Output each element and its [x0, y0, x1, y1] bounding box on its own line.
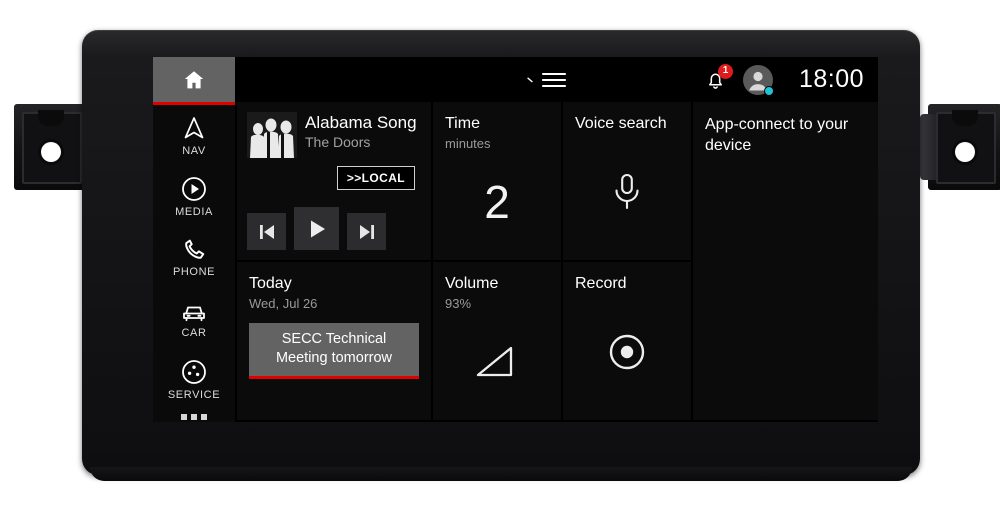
- skip-previous-icon: [259, 224, 274, 239]
- tile-today-calendar[interactable]: Today Wed, Jul 26 SECC Technical Meeting…: [237, 262, 431, 420]
- record-circle-icon: [609, 334, 645, 370]
- status-bar-clock: 18:00: [798, 65, 864, 93]
- car-icon: [180, 299, 208, 323]
- track-artist: The Doors: [305, 134, 371, 150]
- media-transport-controls: [247, 207, 421, 252]
- sidebar-item-service[interactable]: SERVICE: [153, 349, 235, 410]
- user-avatar-button[interactable]: [743, 64, 774, 96]
- status-bar-right: 1 18:00: [705, 63, 864, 96]
- avatar-status-dot: [764, 85, 774, 96]
- next-track-button[interactable]: [347, 213, 386, 250]
- play-button[interactable]: [294, 207, 339, 250]
- skip-next-icon: [359, 224, 374, 239]
- bracket-bolt-hole-right: [955, 142, 975, 162]
- album-art-thumbnail: [247, 112, 297, 158]
- dot: [191, 414, 197, 420]
- tile-app-connect[interactable]: App-connect to your device: [693, 102, 878, 420]
- volume-value: 93%: [445, 296, 472, 311]
- tile-subtitle: minutes: [445, 136, 491, 151]
- sidebar-item-car[interactable]: CAR: [153, 288, 235, 349]
- content-pane: 1 18:00 Alabama Song The Doors >>LOCAL T…: [235, 57, 878, 422]
- service-gear-icon: [181, 359, 207, 385]
- sidebar-item-label: SERVICE: [167, 388, 221, 401]
- tile-title: Record: [575, 275, 627, 292]
- volume-wedge-icon: [476, 346, 513, 376]
- tile-media-player[interactable]: Alabama Song The Doors >>LOCAL: [237, 102, 431, 260]
- home-tile-grid: Alabama Song The Doors >>LOCAL Time minu…: [235, 102, 878, 422]
- tile-title: Today: [249, 275, 292, 292]
- tile-record[interactable]: Record: [563, 262, 691, 420]
- tile-voice-search[interactable]: Voice search: [563, 102, 691, 260]
- sidebar-item-label: MEDIA: [175, 205, 213, 218]
- sidebar-item-label: NAV: [182, 144, 206, 157]
- sidebar-item-nav[interactable]: NAV: [153, 105, 235, 166]
- app-connect-text: App-connect to your device: [705, 116, 849, 154]
- phone-handset-icon: [182, 237, 207, 262]
- dot: [201, 414, 207, 420]
- tile-title: Volume: [445, 275, 499, 292]
- bracket-tab-left: [38, 110, 64, 126]
- sidebar-item-media[interactable]: MEDIA: [153, 166, 235, 227]
- sidebar-nav: NAV MEDIA PHONE CAR SERVICE: [153, 57, 235, 422]
- tile-title: Voice search: [575, 115, 667, 132]
- tile-volume[interactable]: Volume 93%: [433, 262, 561, 420]
- tile-title: Time: [445, 115, 480, 132]
- track-title: Alabama Song: [305, 113, 417, 132]
- more-dots-icon[interactable]: [153, 414, 235, 420]
- notification-bell-button[interactable]: 1: [705, 63, 733, 91]
- sidebar-item-home[interactable]: [153, 57, 235, 105]
- notification-count-badge: 1: [718, 63, 733, 79]
- today-date: Wed, Jul 26: [249, 296, 318, 311]
- screen-bezel: NAV MEDIA PHONE CAR SERVICE 1 18:00 Alab…: [82, 30, 920, 481]
- tile-time[interactable]: Time minutes 2: [433, 102, 561, 260]
- mounting-bracket-right: [920, 104, 1000, 190]
- media-metadata: Alabama Song The Doors: [305, 112, 417, 151]
- play-circle-icon: [181, 176, 207, 202]
- media-source-button[interactable]: >>LOCAL: [336, 166, 415, 190]
- tile-body: [575, 134, 679, 250]
- previous-track-button[interactable]: [247, 213, 286, 250]
- infotainment-screen: NAV MEDIA PHONE CAR SERVICE 1 18:00 Alab…: [153, 57, 878, 422]
- tile-body: [575, 294, 679, 410]
- bracket-tab-right: [952, 110, 978, 126]
- bracket-bolt-hole-left: [41, 142, 61, 162]
- play-icon: [310, 220, 325, 237]
- time-value: 2: [484, 175, 510, 228]
- tile-body: 2: [445, 153, 549, 250]
- sidebar-item-label: PHONE: [172, 266, 216, 278]
- calendar-event-card[interactable]: SECC Technical Meeting tomorrow: [249, 323, 419, 379]
- mounting-bracket-left: [14, 104, 96, 190]
- media-header: Alabama Song The Doors: [247, 112, 421, 158]
- navigation-arrow-icon: [182, 115, 206, 141]
- sidebar-item-label: CAR: [181, 326, 207, 339]
- chevron-down-icon: [527, 77, 533, 82]
- tile-body: [445, 313, 549, 410]
- sidebar-item-phone[interactable]: PHONE: [153, 227, 235, 288]
- home-icon: [180, 68, 208, 92]
- microphone-icon: [615, 173, 639, 210]
- dot: [181, 414, 187, 420]
- status-bar: 1 18:00: [235, 57, 878, 102]
- hamburger-menu-icon[interactable]: [526, 71, 567, 89]
- head-unit-device: NAV MEDIA PHONE CAR SERVICE 1 18:00 Alab…: [0, 0, 1000, 507]
